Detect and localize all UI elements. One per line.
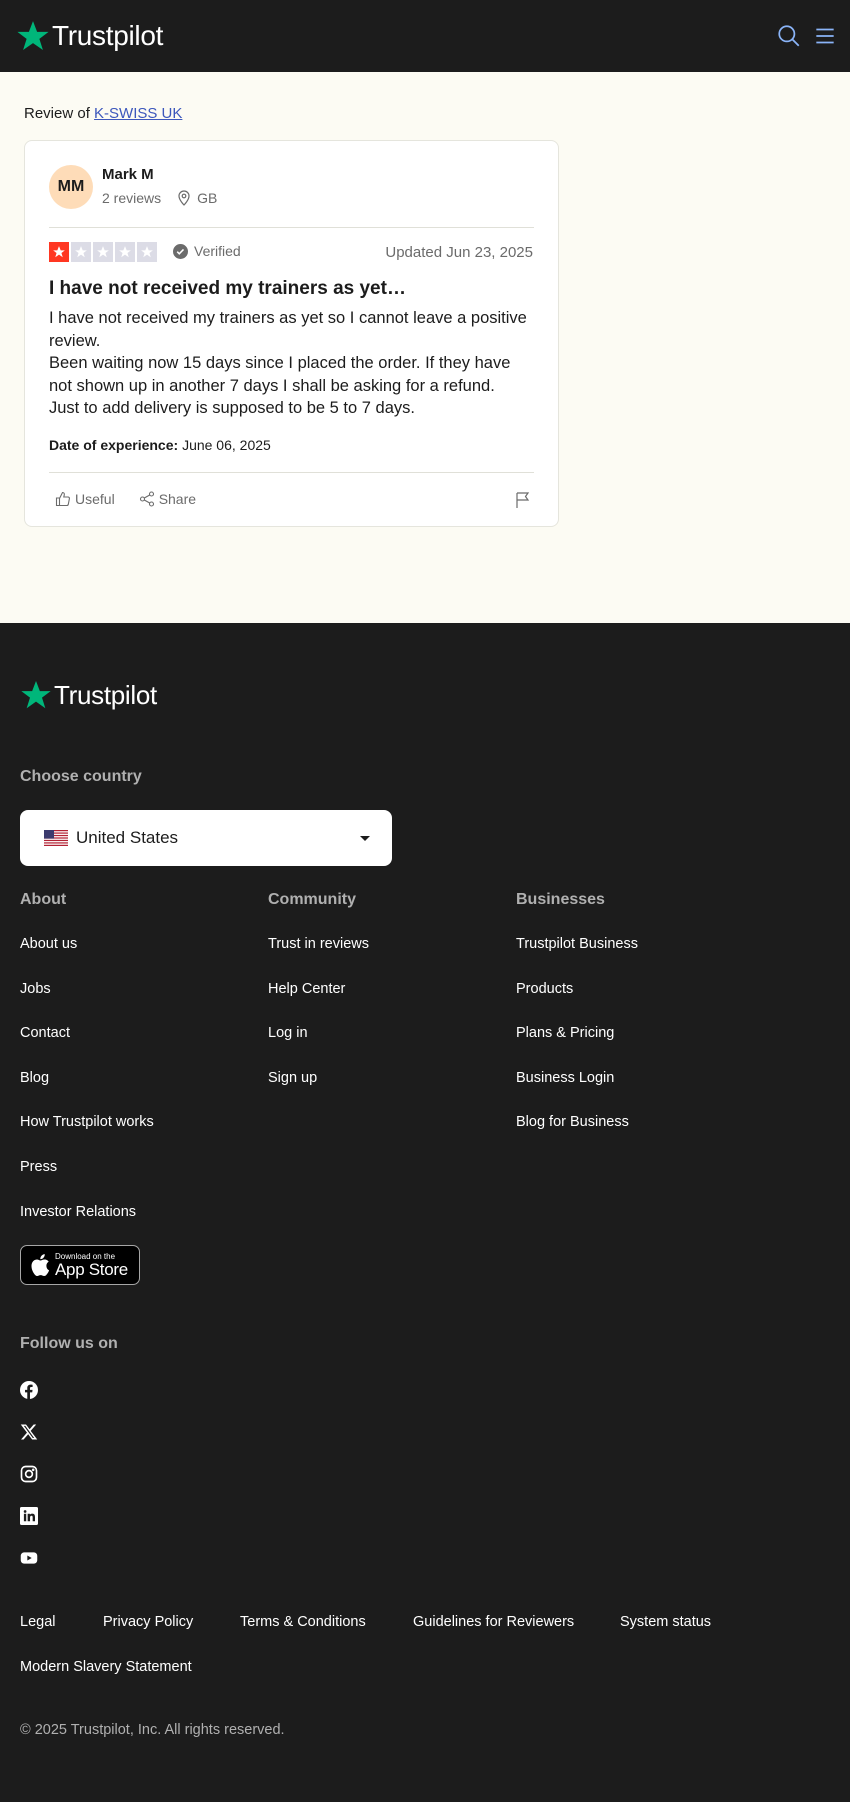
star-rating	[49, 242, 157, 262]
chevron-down-icon	[360, 836, 370, 841]
footer-link-products[interactable]: Products	[516, 981, 573, 997]
review-of-prefix: Review of	[24, 105, 90, 122]
card-divider	[49, 472, 534, 473]
about-heading: About	[20, 891, 67, 908]
thumbs-up-icon	[55, 491, 70, 507]
footer-link-log-in[interactable]: Log in	[268, 1025, 308, 1041]
footer-logo[interactable]: Trustpilot	[20, 679, 157, 711]
reviews-count: 2 reviews	[102, 190, 162, 206]
card-divider	[49, 227, 534, 228]
rating-star-icon	[93, 242, 113, 262]
footer-link-contact[interactable]: Contact	[20, 1025, 70, 1041]
footer-link-modern-slavery-statement[interactable]: Modern Slavery Statement	[20, 1659, 192, 1675]
footer-link-sign-up[interactable]: Sign up	[268, 1070, 317, 1086]
footer-link-how-trustpilot-works[interactable]: How Trustpilot works	[20, 1114, 154, 1130]
footer-link-jobs[interactable]: Jobs	[20, 981, 51, 997]
footer-link-blog[interactable]: Blog	[20, 1070, 49, 1086]
trustpilot-star-icon	[21, 681, 51, 709]
useful-button[interactable]: Useful	[55, 491, 115, 507]
footer-link-plans-pricing[interactable]: Plans & Pricing	[516, 1025, 614, 1041]
site-header: Trustpilot	[0, 0, 850, 72]
date-of-experience: Date of experience: June 06, 2025	[49, 437, 271, 453]
date-of-experience-value: June 06, 2025	[182, 437, 271, 453]
useful-label: Useful	[75, 491, 115, 507]
share-button[interactable]: Share	[139, 491, 196, 507]
country-selected: United States	[76, 828, 179, 847]
review-body-line: Just to add delivery is supposed to be 5…	[49, 399, 415, 417]
footer-link-trust-in-reviews[interactable]: Trust in reviews	[268, 936, 369, 952]
review-card: MM Mark M 2 reviews GB Verified Updated …	[24, 140, 559, 527]
footer-link-blog-for-business[interactable]: Blog for Business	[516, 1114, 629, 1130]
main-content: Review of K-SWISS UK MM Mark M 2 reviews…	[0, 72, 850, 623]
footer-link-about-us[interactable]: About us	[20, 936, 77, 952]
choose-country-heading: Choose country	[20, 768, 142, 785]
search-icon[interactable]	[776, 23, 802, 49]
review-actions: Useful Share	[55, 491, 220, 507]
date-of-experience-label: Date of experience:	[49, 437, 179, 453]
footer-link-privacy-policy[interactable]: Privacy Policy	[103, 1614, 193, 1630]
x-icon[interactable]	[20, 1423, 38, 1441]
copyright: © 2025 Trustpilot, Inc. All rights reser…	[20, 1722, 285, 1738]
review-body-line: Been waiting now 15 days since I placed …	[49, 354, 511, 395]
us-flag-icon	[44, 830, 68, 846]
footer-link-legal[interactable]: Legal	[20, 1614, 55, 1630]
app-store-big-text: App Store	[55, 1259, 128, 1279]
flag-icon[interactable]	[514, 491, 532, 509]
reviewer-name[interactable]: Mark M	[102, 166, 154, 183]
app-store-text: Download on the App Store	[55, 1252, 128, 1279]
footer-link-terms-conditions[interactable]: Terms & Conditions	[240, 1614, 366, 1630]
instagram-icon[interactable]	[20, 1465, 38, 1483]
avatar[interactable]: MM	[49, 165, 93, 209]
verified-badge[interactable]: Verified	[173, 243, 241, 259]
trustpilot-logo[interactable]: Trustpilot	[16, 19, 163, 53]
verified-check-icon	[173, 243, 188, 259]
country-select[interactable]: United States	[20, 810, 392, 866]
site-footer: Trustpilot Choose country United States …	[0, 623, 850, 1802]
rating-star-icon	[137, 242, 157, 262]
footer-link-system-status[interactable]: System status	[620, 1614, 711, 1630]
reviewer-country: GB	[197, 190, 218, 206]
share-label: Share	[158, 491, 197, 507]
review-body-line: I have not received my trainers as yet s…	[49, 309, 527, 350]
review-of-line: Review of K-SWISS UK	[24, 105, 182, 122]
menu-icon[interactable]	[812, 23, 838, 49]
rating-star-icon	[49, 242, 69, 262]
rating-star-icon	[71, 242, 91, 262]
follow-us-heading: Follow us on	[20, 1335, 118, 1352]
company-link[interactable]: K-SWISS UK	[94, 105, 182, 122]
trustpilot-wordmark: Trustpilot	[54, 679, 157, 710]
verified-label: Verified	[194, 243, 241, 259]
apple-icon	[31, 1254, 50, 1276]
facebook-icon[interactable]	[20, 1381, 38, 1399]
linkedin-icon[interactable]	[20, 1507, 38, 1525]
businesses-heading: Businesses	[516, 891, 605, 908]
footer-link-help-center[interactable]: Help Center	[268, 981, 345, 997]
reviewer-meta: 2 reviews GB	[102, 190, 217, 206]
review-title[interactable]: I have not received my trainers as yet…	[49, 278, 534, 300]
trustpilot-wordmark: Trustpilot	[52, 20, 164, 51]
updated-date: Updated Jun 23, 2025	[385, 244, 533, 261]
footer-link-guidelines-for-reviewers[interactable]: Guidelines for Reviewers	[413, 1614, 574, 1630]
footer-link-investor-relations[interactable]: Investor Relations	[20, 1204, 136, 1220]
rating-star-icon	[115, 242, 135, 262]
footer-link-business-login[interactable]: Business Login	[516, 1070, 614, 1086]
youtube-icon[interactable]	[20, 1549, 38, 1567]
footer-link-trustpilot-business[interactable]: Trustpilot Business	[516, 936, 638, 952]
review-body: I have not received my trainers as yet s…	[49, 307, 534, 420]
trustpilot-star-icon	[17, 21, 49, 51]
share-icon	[139, 491, 154, 507]
location-pin-icon	[178, 190, 190, 206]
app-store-badge[interactable]: Download on the App Store	[20, 1245, 140, 1285]
footer-link-press[interactable]: Press	[20, 1159, 57, 1175]
community-heading: Community	[268, 891, 356, 908]
